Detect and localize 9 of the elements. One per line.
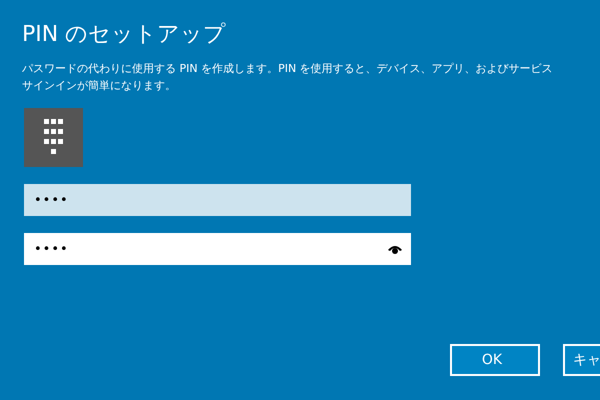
pin-field[interactable]: •••• xyxy=(24,233,411,265)
description-text: サインインが簡単になります。 xyxy=(22,78,177,94)
dialog-button[interactable]: OK xyxy=(450,344,540,376)
reveal-password-icon[interactable] xyxy=(387,244,403,254)
dialog-title: PIN のセットアップ xyxy=(22,21,228,49)
keypad-icon xyxy=(44,119,64,156)
pin-field[interactable]: •••• xyxy=(24,184,411,216)
dialog-button[interactable]: キャ xyxy=(563,344,600,376)
description-text: パスワードの代わりに使用する PIN を作成します。PIN を使用すると、デバイス、アプリ、およびサービス xyxy=(22,61,554,77)
